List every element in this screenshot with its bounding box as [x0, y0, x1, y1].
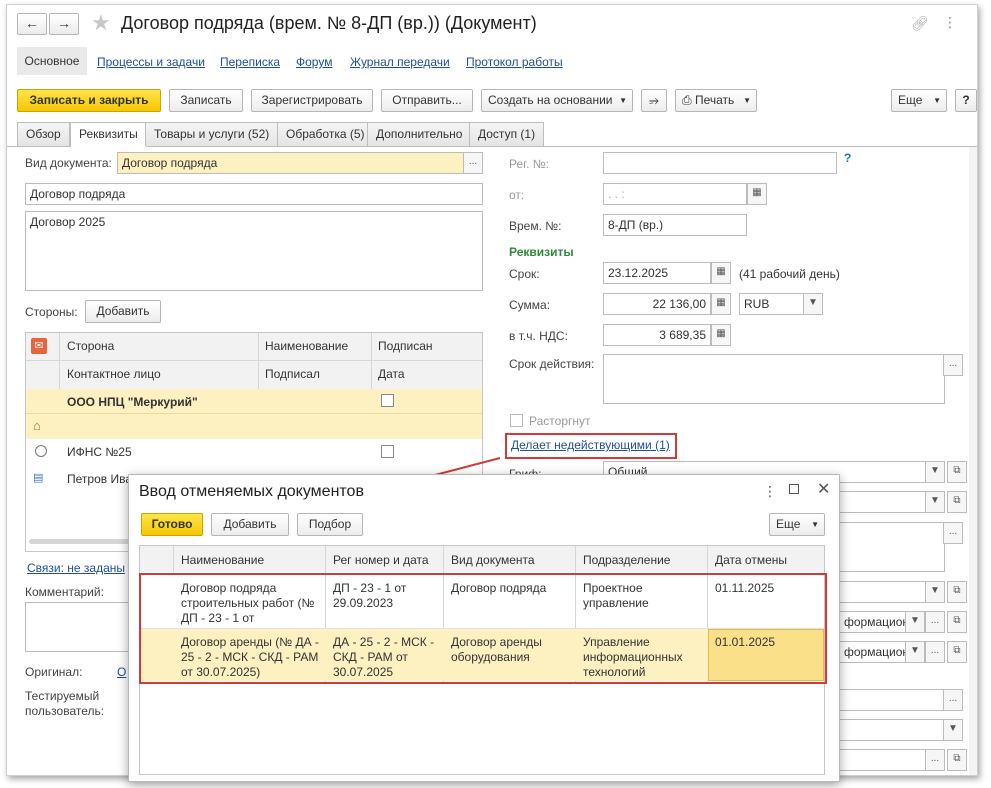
- dialog-title: Ввод отменяемых документов: [139, 483, 364, 500]
- select-button[interactable]: Подбор: [297, 513, 363, 536]
- ready-button[interactable]: Готово: [141, 513, 203, 536]
- rows-callout-box: [139, 573, 827, 684]
- dialog-more-label: Еще: [776, 517, 801, 531]
- dialog-add-button[interactable]: Добавить: [211, 513, 289, 536]
- close-icon[interactable]: ✕: [817, 479, 830, 499]
- caret-down-icon: ▼: [811, 520, 819, 529]
- col-doc-type[interactable]: Вид документа: [451, 553, 535, 567]
- col-dept[interactable]: Подразделение: [583, 553, 670, 567]
- col-divider: [173, 546, 174, 572]
- col-doc-name[interactable]: Наименование: [181, 553, 264, 567]
- col-cancel-date[interactable]: Дата отмены: [715, 553, 787, 567]
- dialog-more-button[interactable]: Еще ▼: [769, 513, 825, 536]
- col-reg[interactable]: Рег номер и дата: [333, 553, 429, 567]
- maximize-icon[interactable]: [789, 484, 799, 494]
- cancel-docs-dialog: Ввод отменяемых документов ⋮ ✕ Готово До…: [128, 474, 840, 782]
- more-vertical-icon[interactable]: ⋮: [763, 483, 777, 500]
